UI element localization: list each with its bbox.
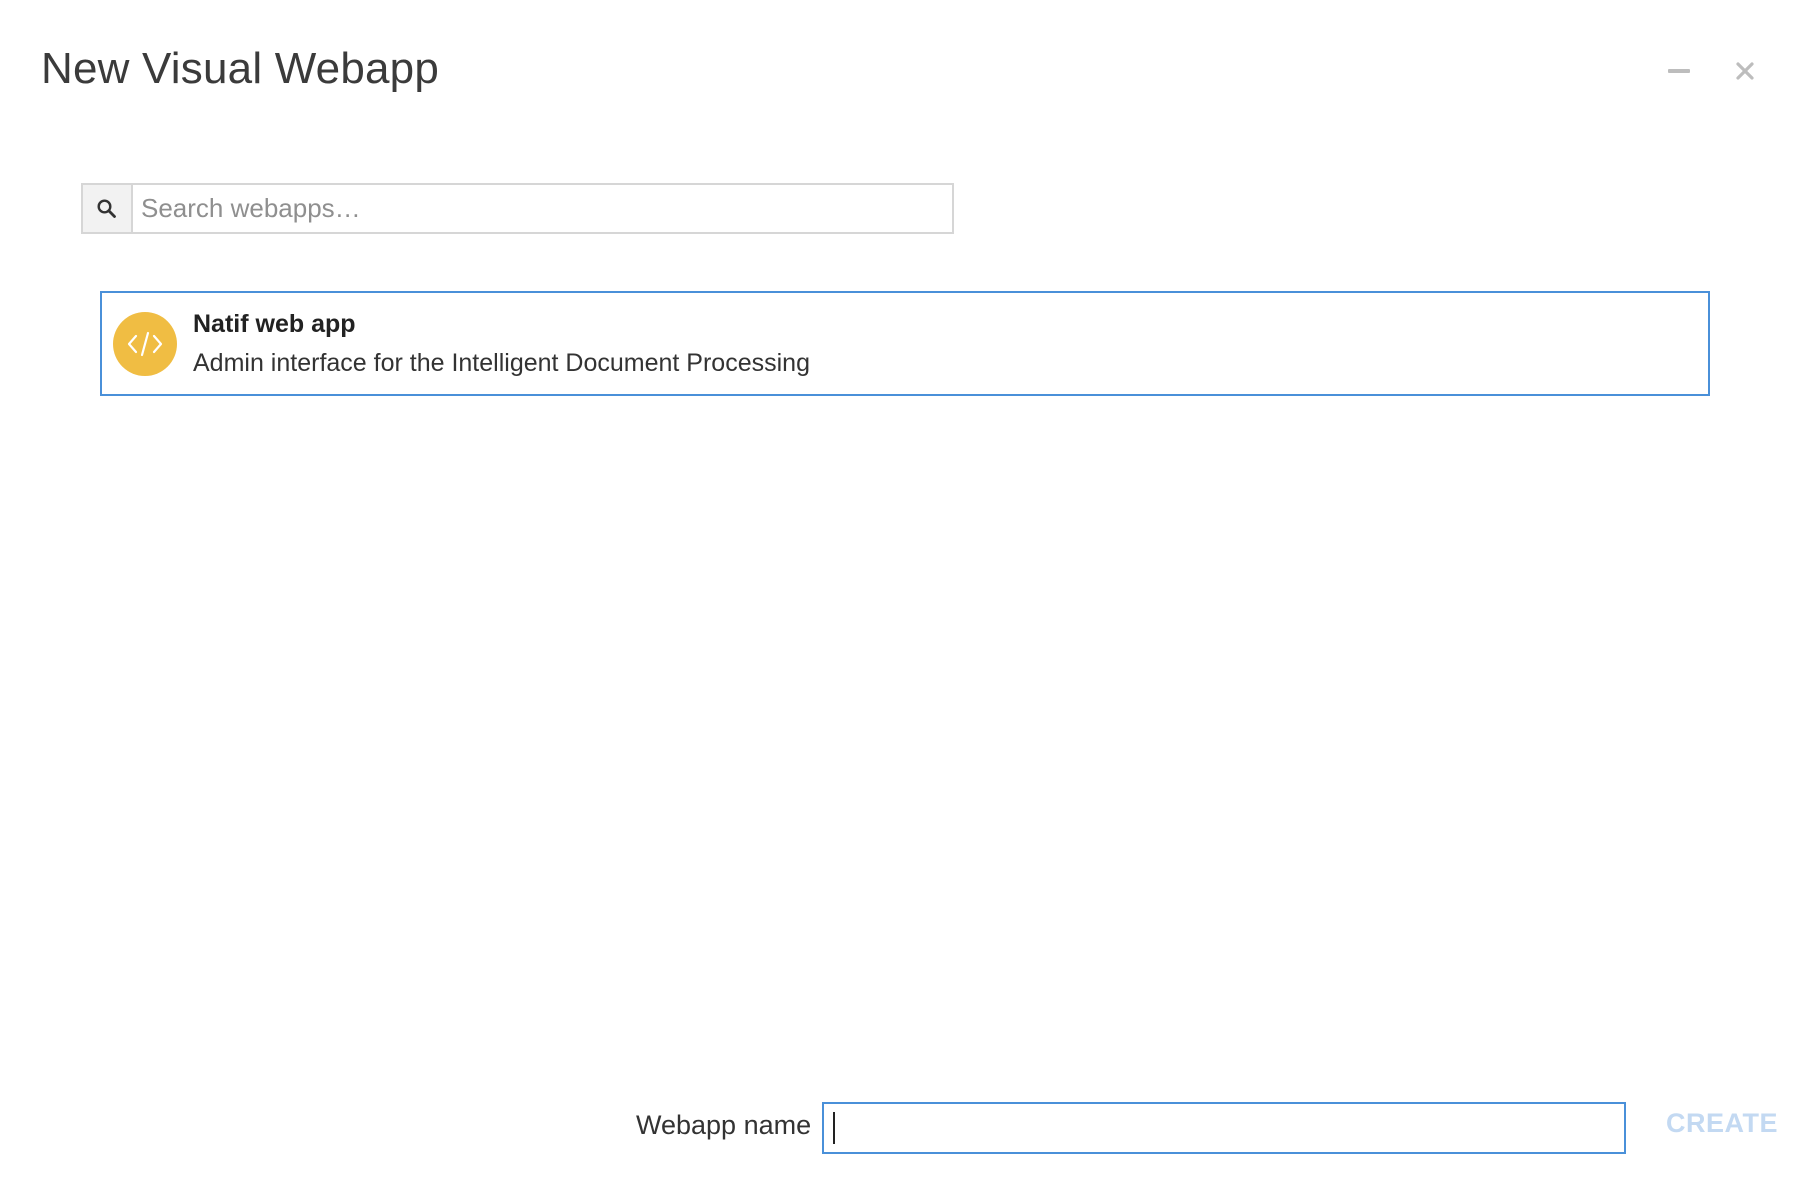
webapp-name-label: Webapp name bbox=[636, 1110, 812, 1140]
search-addon bbox=[83, 185, 133, 232]
close-button[interactable] bbox=[1732, 58, 1758, 84]
webapp-card-natif[interactable]: Natif web app Admin interface for the In… bbox=[100, 291, 1710, 396]
webapp-icon-badge bbox=[113, 311, 177, 376]
search-box bbox=[81, 183, 954, 234]
text-caret bbox=[833, 1112, 835, 1144]
minimize-button[interactable] bbox=[1666, 58, 1692, 84]
webapp-card-text: Natif web app Admin interface for the In… bbox=[193, 310, 810, 378]
minimize-icon bbox=[1668, 69, 1690, 73]
code-icon bbox=[127, 331, 163, 356]
create-button[interactable]: CREATE bbox=[1666, 1108, 1778, 1139]
search-icon bbox=[97, 198, 116, 218]
webapp-description: Admin interface for the Intelligent Docu… bbox=[193, 348, 810, 377]
webapp-title: Natif web app bbox=[193, 309, 356, 338]
window-controls bbox=[1666, 58, 1758, 84]
search-input[interactable] bbox=[133, 185, 952, 232]
new-webapp-dialog: New Visual Webapp Search webapps… Natif … bbox=[0, 0, 1798, 1184]
close-icon bbox=[1736, 62, 1754, 80]
webapp-name-input[interactable] bbox=[822, 1102, 1626, 1154]
dialog-title: New Visual Webapp bbox=[41, 44, 440, 93]
